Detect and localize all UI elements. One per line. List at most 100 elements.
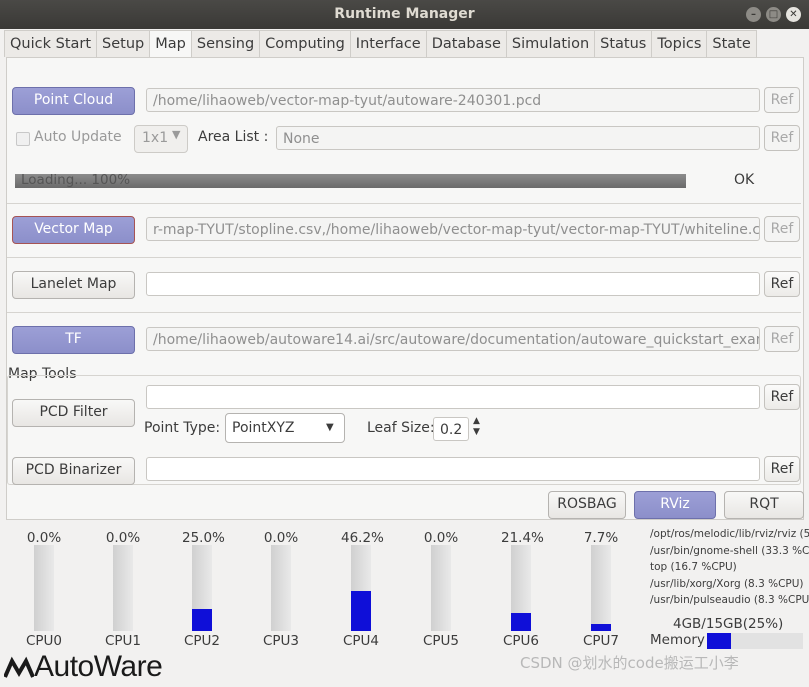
memory-bar (707, 633, 803, 649)
cpu-usage-bar (351, 545, 371, 631)
point-type-select[interactable]: PointXYZ ▼ (225, 413, 345, 443)
tab-topics[interactable]: Topics (651, 30, 708, 57)
vector-map-path-field[interactable]: r-map-TYUT/stopline.csv,/home/lihaoweb/v… (146, 217, 760, 241)
divider (7, 257, 801, 258)
pcd-binarizer-button[interactable]: PCD Binarizer (12, 457, 135, 485)
tf-button[interactable]: TF (12, 326, 135, 354)
cpu-name-label: CPU1 (104, 633, 142, 649)
close-icon[interactable]: ✕ (786, 7, 801, 22)
lanelet-map-ref-button[interactable]: Ref (764, 271, 800, 297)
divider (7, 312, 801, 313)
cpu-percent-label: 25.0% (182, 530, 225, 546)
pcd-filter-ref-button[interactable]: Ref (764, 384, 800, 410)
spinner-arrows-icon[interactable]: ▲ ▼ (473, 416, 480, 438)
tf-ref-button[interactable]: Ref (764, 326, 800, 352)
cpu-usage-bar (113, 545, 133, 631)
cpu-percent-label: 0.0% (263, 530, 299, 546)
pcd-filter-path-field[interactable] (146, 385, 760, 409)
cpu-percent-label: 21.4% (501, 530, 544, 546)
pcd-filter-button[interactable]: PCD Filter (12, 399, 135, 427)
leaf-size-input[interactable]: 0.2 (433, 417, 469, 441)
loading-progress-bar: Loading... 100% (15, 172, 686, 188)
cpu-usage-bar (192, 545, 212, 631)
rosbag-button[interactable]: ROSBAG (548, 491, 626, 519)
point-cloud-button[interactable]: Point Cloud (12, 87, 135, 115)
process-item: /usr/lib/xorg/Xorg (8.3 %CPU) (650, 577, 804, 590)
cpu-percent-label: 0.0% (105, 530, 141, 546)
process-item: /usr/bin/pulseaudio (8.3 %CPU) (650, 594, 809, 606)
vector-map-ref-button[interactable]: Ref (764, 216, 800, 242)
cpu-name-label: CPU7 (582, 633, 620, 649)
cpu-usage-fill (192, 609, 212, 631)
tab-map[interactable]: Map (149, 30, 192, 59)
cpu-name-label: CPU0 (25, 633, 63, 649)
memory-bar-fill (707, 633, 731, 649)
cpu-usage-bar (34, 545, 54, 631)
tab-bar: Quick Start Setup Map Sensing Computing Inter… (4, 30, 757, 59)
pcd-binarizer-ref-button[interactable]: Ref (764, 456, 800, 482)
cpu-percent-label: 46.2% (341, 530, 384, 546)
cpu-usage-bar (591, 545, 611, 631)
vector-map-button[interactable]: Vector Map (12, 216, 135, 244)
autoware-logo-mark (3, 653, 35, 678)
cpu-name-label: CPU3 (262, 633, 300, 649)
point-cloud-ref-button[interactable]: Ref (764, 87, 800, 113)
title-bar: Runtime Manager – □ ✕ (0, 0, 809, 29)
chevron-down-icon: ▼ (326, 422, 334, 433)
rviz-button[interactable]: RViz (634, 491, 716, 519)
cpu-name-label: CPU4 (342, 633, 380, 649)
tab-state[interactable]: State (706, 30, 757, 57)
process-item: top (16.7 %CPU) (650, 561, 737, 573)
tf-path-field[interactable]: /home/lihaoweb/autoware14.ai/src/autowar… (146, 327, 760, 351)
cpu-usage-bar (271, 545, 291, 631)
tab-status[interactable]: Status (594, 30, 653, 57)
lanelet-map-button[interactable]: Lanelet Map (12, 271, 135, 299)
tab-database[interactable]: Database (425, 30, 507, 57)
minimize-icon[interactable]: – (746, 7, 761, 22)
point-type-value: PointXYZ (232, 420, 295, 436)
point-type-label: Point Type: (144, 420, 221, 436)
cpu-percent-label: 0.0% (423, 530, 459, 546)
area-list-ref-button[interactable]: Ref (764, 125, 800, 151)
rqt-button[interactable]: RQT (724, 491, 804, 519)
tab-simulation[interactable]: Simulation (505, 30, 596, 57)
tab-sensing[interactable]: Sensing (190, 30, 261, 57)
memory-label: Memory (650, 632, 705, 648)
watermark: CSDN @划水的code搬运工小李 (520, 654, 739, 672)
process-item: /opt/ros/melodic/lib/rviz/rviz (58. (650, 528, 809, 540)
autoware-logo: AutoWare (3, 650, 163, 684)
tab-setup[interactable]: Setup (96, 30, 151, 57)
auto-update-label: Auto Update (34, 129, 122, 145)
grid-size-value: 1x1 (142, 130, 169, 146)
divider (7, 203, 801, 204)
lanelet-map-path-field[interactable] (146, 272, 760, 296)
grid-size-select[interactable]: 1x1 ▼ (134, 125, 188, 153)
cpu-name-label: CPU2 (183, 633, 221, 649)
chevron-down-icon: ▼ (172, 128, 181, 141)
tab-computing[interactable]: Computing (259, 30, 351, 57)
cpu-name-label: CPU6 (502, 633, 540, 649)
process-item: /usr/bin/gnome-shell (33.3 %CPU (650, 544, 809, 557)
point-cloud-path-field[interactable]: /home/lihaoweb/vector-map-tyut/autoware-… (146, 88, 760, 112)
auto-update-checkbox[interactable] (16, 132, 30, 146)
cpu-usage-fill (511, 613, 531, 631)
memory-usage-text: 4GB/15GB(25%) (673, 616, 784, 632)
cpu-usage-fill (591, 624, 611, 631)
cpu-name-label: CPU5 (422, 633, 460, 649)
area-list-field[interactable]: None (276, 126, 760, 150)
loading-status: OK (734, 172, 755, 188)
pcd-binarizer-path-field[interactable] (146, 457, 760, 481)
window-title: Runtime Manager (334, 6, 475, 22)
cpu-percent-label: 7.7% (583, 530, 619, 546)
autoware-logo-text: AutoWare (34, 650, 163, 683)
tab-interface[interactable]: Interface (349, 30, 427, 57)
maximize-icon[interactable]: □ (766, 7, 781, 22)
area-list-label: Area List : (198, 129, 269, 145)
tab-quick-start[interactable]: Quick Start (4, 30, 98, 57)
cpu-percent-label: 0.0% (26, 530, 62, 546)
loading-progress-text: Loading... 100% (21, 172, 131, 188)
cpu-usage-fill (351, 591, 371, 631)
cpu-usage-bar (511, 545, 531, 631)
cpu-usage-bar (431, 545, 451, 631)
leaf-size-label: Leaf Size: (367, 420, 435, 436)
